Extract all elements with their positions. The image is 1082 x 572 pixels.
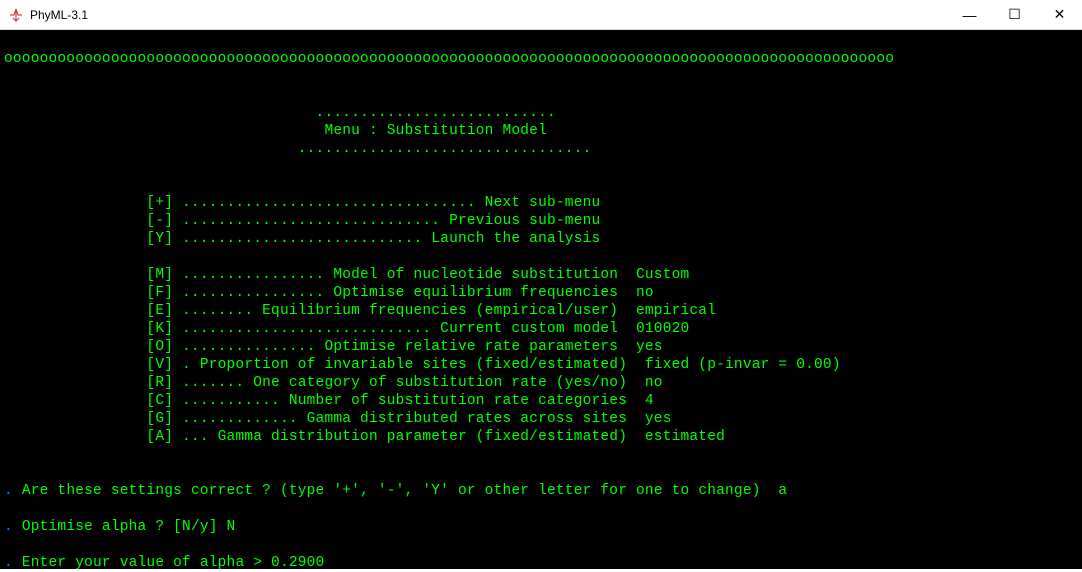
close-button[interactable]: ✕ xyxy=(1037,0,1082,29)
prompt-text: Optimise alpha ? [N/y] N xyxy=(22,519,236,535)
prompt-line: . Are these settings correct ? (type '+'… xyxy=(4,482,1078,500)
minimize-button[interactable]: — xyxy=(947,0,992,29)
prompt-line: . Enter your value of alpha > 0.2900 xyxy=(4,554,1078,572)
prompt-dot-icon: . xyxy=(4,519,22,535)
window-title: PhyML-3.1 xyxy=(30,8,947,22)
window-titlebar: PhyML-3.1 — ☐ ✕ xyxy=(0,0,1082,30)
prompt-text: Are these settings correct ? (type '+', … xyxy=(22,483,788,499)
window-controls: — ☐ ✕ xyxy=(947,0,1082,29)
maximize-button[interactable]: ☐ xyxy=(992,0,1037,29)
prompt-dot-icon: . xyxy=(4,483,22,499)
terminal-output[interactable]: oooooooooooooooooooooooooooooooooooooooo… xyxy=(0,30,1082,569)
prompt-line: . Optimise alpha ? [N/y] N xyxy=(4,518,1078,536)
app-icon xyxy=(8,7,24,23)
